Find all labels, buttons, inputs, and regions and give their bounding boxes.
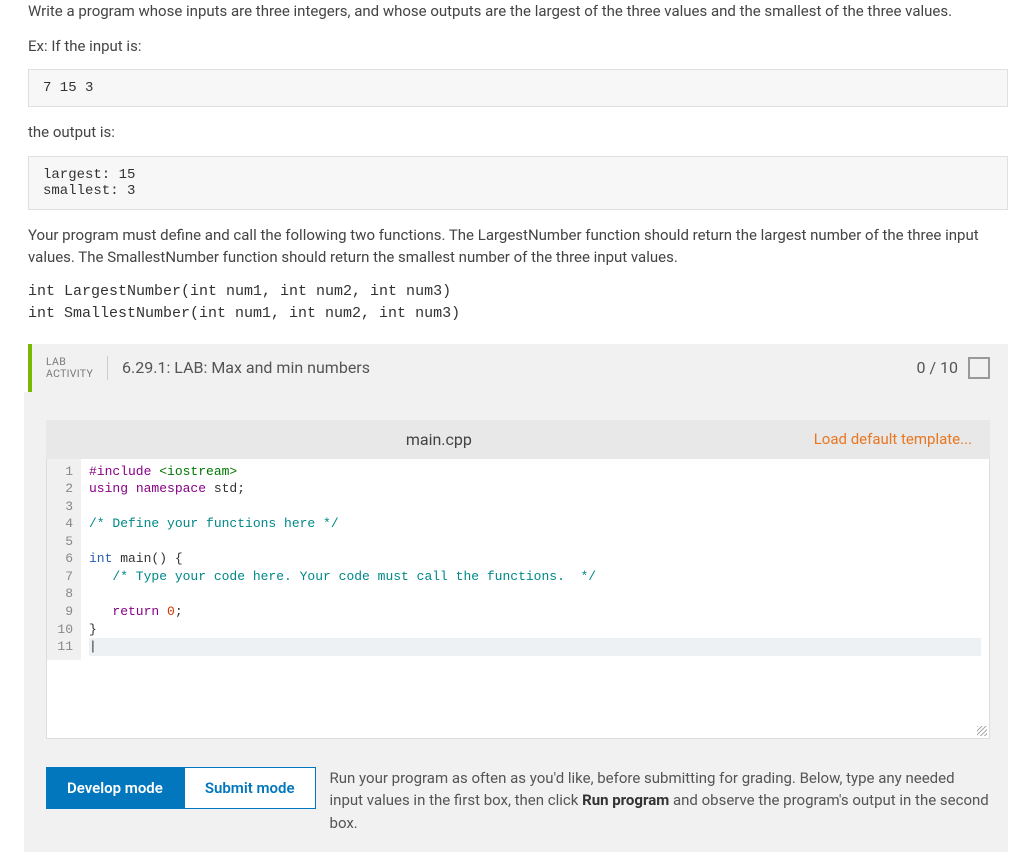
code-token: } — [89, 622, 97, 637]
example-label: Ex: If the input is: — [28, 35, 1008, 58]
line-number: 2 — [51, 480, 73, 498]
line-number: 9 — [51, 603, 73, 621]
lab-badge-line1: LAB — [46, 356, 93, 368]
code-editor[interactable]: 1 2 3 4 5 6 7 8 9 10 11 #include <iostre… — [46, 459, 990, 739]
lab-score: 0 / 10 — [916, 358, 958, 377]
code-area[interactable]: #include <iostream> using namespace std;… — [81, 459, 989, 660]
mode-buttons: Develop mode Submit mode — [46, 767, 316, 809]
code-token: std; — [206, 481, 245, 496]
example-output-block: largest: 15 smallest: 3 — [28, 156, 1008, 210]
line-number: 10 — [51, 621, 73, 639]
lab-badge: LAB ACTIVITY — [46, 356, 108, 380]
code-token: return — [89, 604, 159, 619]
lab-title: 6.29.1: LAB: Max and min numbers — [122, 358, 916, 377]
line-number: 4 — [51, 515, 73, 533]
line-number: 7 — [51, 568, 73, 586]
resize-handle-icon[interactable] — [977, 726, 987, 736]
code-token: #include — [89, 464, 151, 479]
code-token: int — [89, 551, 112, 566]
load-default-template-link[interactable]: Load default template... — [814, 430, 972, 448]
code-token: 0 — [159, 604, 175, 619]
code-token: <iostream> — [151, 464, 237, 479]
lab-header: LAB ACTIVITY 6.29.1: LAB: Max and min nu… — [32, 344, 1008, 392]
lab-panel: LAB ACTIVITY 6.29.1: LAB: Max and min nu… — [28, 344, 1008, 392]
line-number: 8 — [51, 585, 73, 603]
code-token: namespace — [128, 481, 206, 496]
line-number: 1 — [51, 463, 73, 481]
filename-label: main.cpp — [64, 430, 814, 449]
develop-mode-button[interactable]: Develop mode — [46, 767, 184, 809]
line-number: 11 — [51, 638, 73, 656]
line-number: 5 — [51, 533, 73, 551]
example-input-block: 7 15 3 — [28, 69, 1008, 107]
code-token: ; — [175, 604, 183, 619]
problem-intro: Write a program whose inputs are three i… — [28, 0, 1008, 23]
submit-mode-button[interactable]: Submit mode — [184, 767, 316, 809]
filename-bar: main.cpp Load default template... — [46, 420, 990, 459]
mode-description: Run your program as often as you'd like,… — [330, 767, 990, 835]
line-gutter: 1 2 3 4 5 6 7 8 9 10 11 — [47, 459, 81, 660]
expand-icon[interactable] — [968, 357, 990, 379]
lab-body: main.cpp Load default template... 1 2 3 … — [24, 392, 1008, 853]
line-number: 3 — [51, 498, 73, 516]
line-number: 6 — [51, 550, 73, 568]
output-label: the output is: — [28, 121, 1008, 144]
function-signature-2: int SmallestNumber(int num1, int num2, i… — [28, 303, 1008, 326]
mode-desc-bold: Run program — [582, 791, 669, 809]
lab-badge-line2: ACTIVITY — [46, 368, 93, 380]
requirements-text: Your program must define and call the fo… — [28, 224, 1008, 269]
code-token: /* Define your functions here */ — [89, 516, 339, 531]
code-token: main() { — [112, 551, 182, 566]
function-signature-1: int LargestNumber(int num1, int num2, in… — [28, 281, 1008, 304]
code-token: /* Type your code here. Your code must c… — [89, 569, 596, 584]
code-token: using — [89, 481, 128, 496]
mode-row: Develop mode Submit mode Run your progra… — [46, 767, 990, 835]
